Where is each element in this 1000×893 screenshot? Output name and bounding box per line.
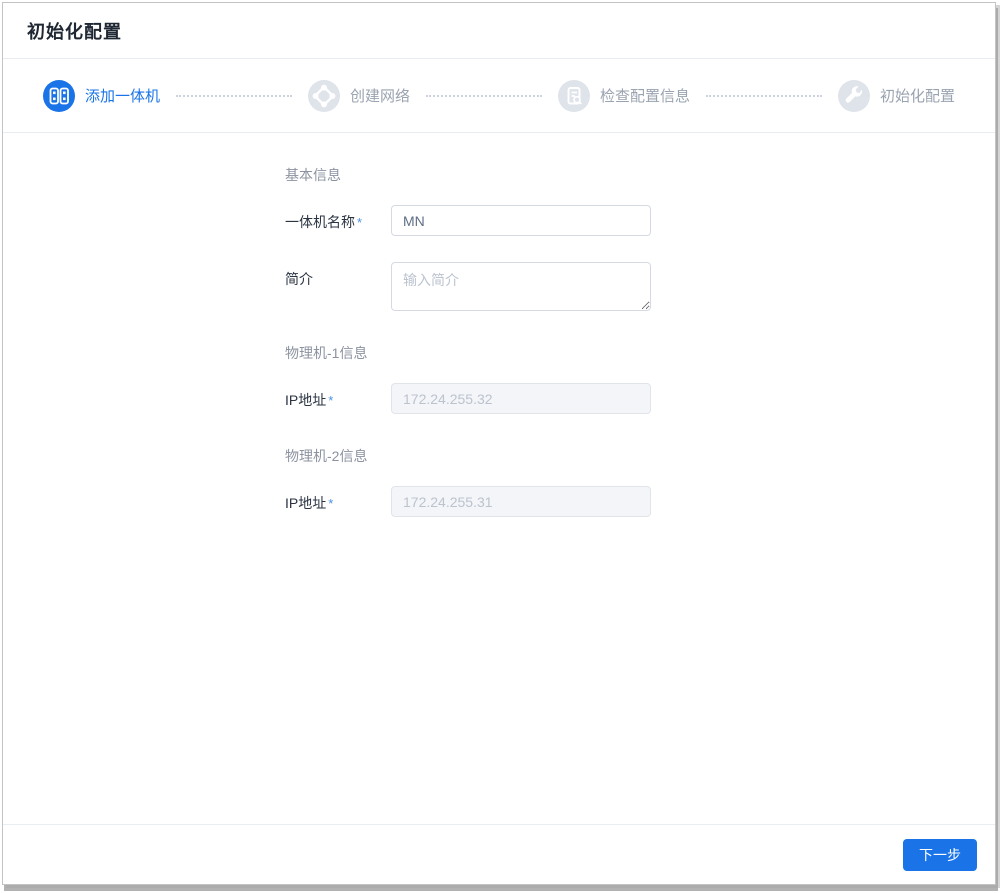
network-icon	[308, 79, 340, 112]
section-basic-info: 基本信息	[285, 167, 341, 183]
intro-row: 简介	[285, 262, 995, 311]
doc-search-icon	[558, 79, 590, 112]
step-label-init-config: 初始化配置	[880, 88, 956, 105]
step-label-add-machine: 添加一体机	[85, 88, 161, 105]
wrench-icon	[838, 79, 870, 112]
host2-ip-row: IP地址 *	[285, 486, 995, 517]
host1-ip-input	[391, 383, 651, 414]
host1-ip-label: IP地址 *	[285, 392, 334, 408]
step-connector	[426, 94, 542, 97]
host1-ip-row: IP地址 *	[285, 383, 995, 414]
section-host2-info: 物理机-2信息	[285, 448, 368, 464]
machine-name-row: 一体机名称 *	[285, 205, 995, 236]
next-step-button[interactable]: 下一步	[903, 838, 977, 871]
host2-ip-label: IP地址 *	[285, 495, 334, 511]
steps-bar: 添加一体机 创建网络 检查配置信息 初始化配置	[3, 59, 995, 133]
required-mark: *	[328, 496, 334, 511]
init-config-window: 初始化配置 添加一体机 创建网络 检查配置信息 初始化配置 基本信息 一体机名称…	[2, 2, 996, 885]
server-icon	[43, 79, 75, 112]
step-connector	[176, 94, 292, 97]
intro-textarea[interactable]	[391, 262, 651, 311]
step-add-machine: 添加一体机	[43, 79, 161, 112]
step-connector	[706, 94, 822, 97]
page-footer: 下一步	[3, 824, 995, 884]
page-title: 初始化配置	[27, 21, 122, 42]
required-mark: *	[357, 215, 363, 230]
step-create-network: 创建网络	[308, 79, 411, 112]
form-area: 基本信息 一体机名称* 简介 物理机-1信息 IP地址* 物理机-2信息 IP地…	[3, 133, 995, 824]
step-label-check-config: 检查配置信息	[600, 88, 691, 105]
required-mark: *	[328, 393, 334, 408]
page-header: 初始化配置	[3, 3, 995, 59]
machine-name-input[interactable]	[391, 205, 651, 236]
step-label-create-network: 创建网络	[350, 88, 411, 105]
host2-ip-input	[391, 486, 651, 517]
step-init-config: 初始化配置	[838, 79, 956, 112]
step-check-config: 检查配置信息	[558, 79, 691, 112]
intro-label: 简介	[285, 271, 313, 287]
machine-name-label: 一体机名称 *	[285, 214, 363, 230]
section-host1-info: 物理机-1信息	[285, 345, 368, 361]
